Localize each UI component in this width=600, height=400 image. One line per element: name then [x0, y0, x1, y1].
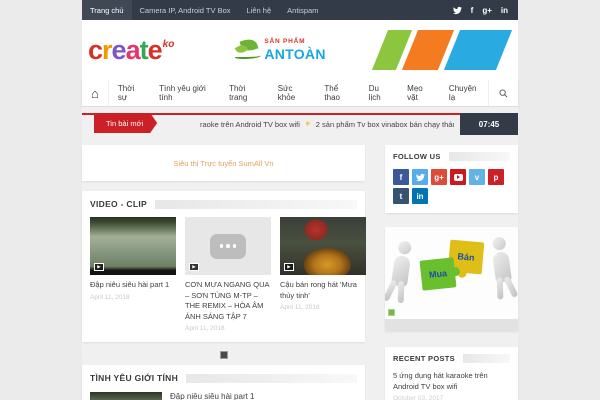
follow-us-widget: FOLLOW US f g+ v p t in	[385, 145, 518, 213]
section-title-love: TÌNH YÊU GIỚI TÍNH	[90, 373, 179, 383]
nav-item-meo-vat[interactable]: Mẹo vặt	[398, 80, 440, 106]
section-title-video: VIDEO - CLIP	[90, 199, 147, 209]
topbar: Trang chủ Camera IP, Android TV Box Liên…	[82, 0, 518, 20]
recent-post-link[interactable]: 5 ứng dụng hát karaoke trên Android TV b…	[393, 371, 510, 392]
ad-image: Bán Mua	[385, 227, 518, 319]
social-buttons: f g+ v p t in	[393, 169, 510, 204]
search-icon[interactable]	[488, 80, 518, 106]
nav-item-thoi-trang[interactable]: Thời trang	[220, 80, 269, 106]
ad-banner[interactable]: Bán Mua	[385, 227, 518, 331]
nav-item-thoi-su[interactable]: Thời sự	[109, 80, 150, 106]
video-title[interactable]: Cậu bán rong hát 'Mưa thủy tinh'	[280, 280, 366, 301]
ad-corner-icon	[388, 309, 395, 316]
clock-display: 07:45	[460, 113, 518, 135]
video-date: April 11, 2018	[90, 293, 130, 301]
main-nav: ⌂ Thời sự Tình yêu giới tính Thời trang …	[82, 80, 518, 107]
nav-item-the-thao[interactable]: Thể thao	[315, 80, 359, 106]
video-card[interactable]: ▶ Đập niêu siêu hài part 1 April 11, 201…	[90, 217, 176, 332]
nav-item-tinh-yeu[interactable]: Tình yêu giới tính	[150, 80, 220, 106]
ticker-item[interactable]: raoke trên Android TV box wifi	[200, 120, 300, 129]
sidebar: FOLLOW US f g+ v p t in Bán Mua RECENT P…	[385, 145, 518, 400]
play-badge-icon: ▶	[189, 263, 199, 271]
pinterest-icon[interactable]: p	[488, 169, 504, 185]
facebook-icon[interactable]: f	[471, 6, 474, 15]
ticker-bullet-icon: ✳	[304, 121, 311, 128]
twitter-icon[interactable]	[412, 169, 428, 185]
recent-posts-title: RECENT POSTS	[393, 354, 455, 363]
video-thumbnail[interactable]: ▶	[185, 217, 271, 275]
safe-product-badge[interactable]: SẢN PHẨM ANTOÀN	[235, 36, 326, 62]
logo-word: create	[88, 34, 163, 65]
article-list-item[interactable]: Đập niêu siêu hài part 1 April 11, 2018 …	[90, 392, 357, 400]
recent-post-date: October 03, 2017	[393, 395, 444, 400]
site-header: createko SẢN PHẨM ANTOÀN	[82, 20, 518, 80]
promo-link[interactable]: Siêu thị Trực tuyến SumAll Vn	[173, 159, 273, 168]
page-container: Trang chủ Camera IP, Android TV Box Liên…	[82, 0, 518, 400]
leaf-icon	[235, 36, 262, 61]
article-title[interactable]: Đập niêu siêu hài part 1	[170, 392, 256, 400]
video-date: April 11, 2018	[185, 325, 225, 332]
play-badge-icon: ▶	[94, 263, 104, 271]
recent-post-item[interactable]: 5 ứng dụng hát karaoke trên Android TV b…	[393, 371, 510, 400]
video-title[interactable]: Đập niêu siêu hài part 1	[90, 280, 176, 291]
vimeo-icon[interactable]: v	[469, 169, 485, 185]
topbar-item-home[interactable]: Trang chủ	[82, 0, 132, 20]
header-banner[interactable]	[370, 27, 512, 73]
linkedin-icon[interactable]: in	[412, 188, 428, 204]
video-date: April 11, 2018	[280, 304, 320, 311]
ticker-item[interactable]: 2 sản phẩm Tv box vinabox bán chạy tháng…	[316, 120, 454, 129]
puzzle-mua: Mua	[419, 257, 457, 291]
news-ticker: Tin bài mới raoke trên Android TV box wi…	[82, 113, 518, 135]
site-logo[interactable]: createko	[88, 34, 175, 65]
video-card[interactable]: ▶ Cậu bán rong hát 'Mưa thủy tinh' April…	[280, 217, 366, 332]
banner-stripe-blue	[443, 30, 512, 70]
home-icon[interactable]: ⌂	[82, 80, 109, 106]
section-divider	[82, 348, 365, 365]
ticker-label[interactable]: Tin bài mới	[94, 113, 157, 133]
logo-suffix: ko	[162, 38, 175, 50]
linkedin-icon[interactable]: in	[501, 6, 508, 15]
main-area: Tin bài mới raoke trên Android TV box wi…	[82, 107, 518, 400]
figure-right	[487, 236, 518, 300]
youtube-placeholder-icon	[210, 233, 246, 259]
play-badge-icon: ▶	[284, 263, 294, 271]
youtube-icon[interactable]	[450, 169, 466, 185]
topbar-item-contact[interactable]: Liên hệ	[239, 0, 280, 20]
content-column: Siêu thị Trực tuyến SumAll Vn VIDEO - CL…	[82, 145, 366, 400]
twitter-icon[interactable]	[452, 6, 462, 15]
topbar-item-antispam[interactable]: Antispam	[279, 0, 326, 20]
section-strip	[448, 152, 510, 161]
video-thumbnail[interactable]: ▶	[280, 217, 366, 275]
video-card[interactable]: ▶ CƠN MƯA NGANG QUA – SƠN TÙNG M-TP – TH…	[185, 217, 271, 332]
ad-caption-strip	[385, 319, 518, 331]
recent-posts-widget: RECENT POSTS 5 ứng dụng hát karaoke trên…	[385, 347, 518, 400]
section-strip	[186, 373, 357, 383]
section-strip	[462, 354, 510, 363]
divider-square-icon[interactable]	[219, 351, 228, 359]
promo-box: Siêu thị Trực tuyến SumAll Vn	[82, 145, 365, 181]
badge-top-text: SẢN PHẨM	[264, 38, 306, 46]
nav-item-du-lich[interactable]: Du lịch	[360, 80, 398, 106]
video-thumbnail[interactable]: ▶	[90, 217, 176, 275]
badge-bottom-text: ANTOÀN	[264, 45, 326, 62]
google-plus-icon[interactable]: g+	[431, 169, 447, 185]
figure-left	[385, 240, 416, 304]
google-plus-icon[interactable]: g+	[482, 6, 492, 15]
topbar-social: f g+ in	[452, 0, 518, 20]
follow-us-title: FOLLOW US	[393, 152, 441, 161]
section-strip	[154, 199, 357, 209]
nav-item-suc-khoe[interactable]: Sức khỏe	[269, 80, 316, 106]
ticker-track: raoke trên Android TV box wifi ✳ 2 sản p…	[200, 115, 454, 133]
tumblr-icon[interactable]: t	[393, 188, 409, 204]
video-clip-section: VIDEO - CLIP ▶ Đập niêu siêu hài part 1 …	[82, 191, 366, 342]
nav-item-chuyen-la[interactable]: Chuyện lạ	[440, 80, 488, 106]
topbar-item-camera[interactable]: Camera IP, Android TV Box	[132, 0, 239, 20]
video-title[interactable]: CƠN MƯA NGANG QUA – SƠN TÙNG M-TP – THE …	[185, 280, 271, 322]
article-thumbnail[interactable]	[90, 392, 162, 400]
facebook-icon[interactable]: f	[393, 169, 409, 185]
love-section: TÌNH YÊU GIỚI TÍNH Đập niêu siêu hài par…	[82, 365, 365, 400]
